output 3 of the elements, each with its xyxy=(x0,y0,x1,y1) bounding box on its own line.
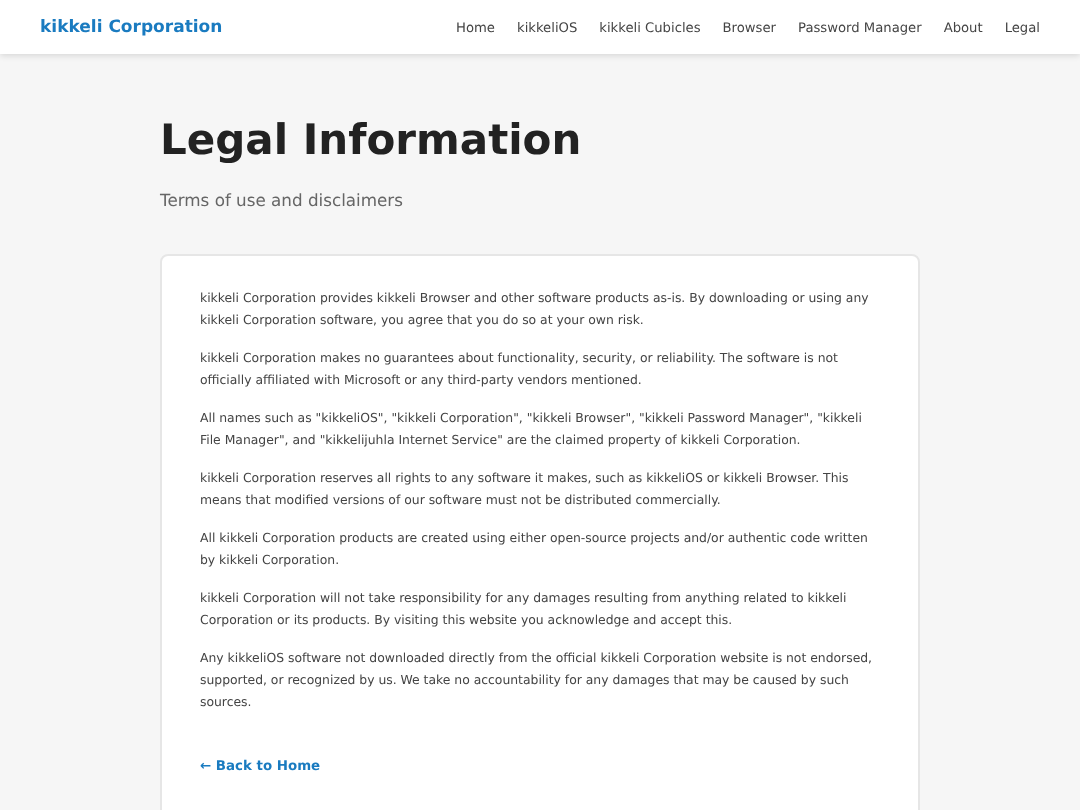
brand-link[interactable]: kikkeli Corporation xyxy=(40,17,223,37)
page-subtitle: Terms of use and disclaimers xyxy=(160,190,405,210)
page-title: Legal Information xyxy=(160,116,584,164)
